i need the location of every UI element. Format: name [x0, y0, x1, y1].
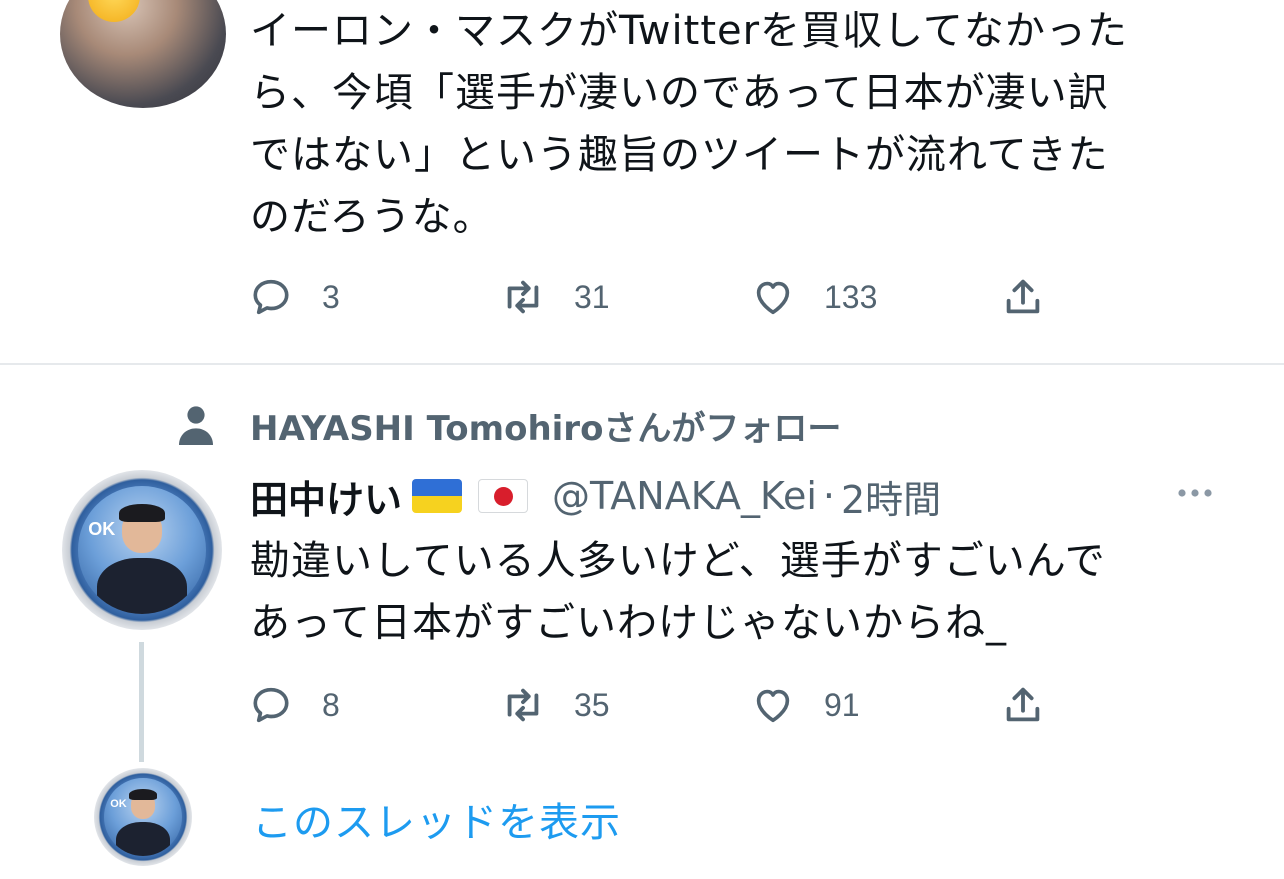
- tweet-text-line: ら、今頃「選手が凄いのであって日本が凄い訳: [250, 70, 1109, 116]
- avatar[interactable]: OK: [62, 470, 222, 630]
- reply-count: 8: [322, 686, 340, 723]
- tweet-text-line: あって日本がすごいわけじゃないからね_: [250, 600, 1007, 646]
- tweet-actions: 8 35 91: [248, 680, 1068, 730]
- reply-button[interactable]: 8: [248, 680, 340, 730]
- social-context-label: HAYASHI Tomohiroさんがフォロー: [250, 408, 842, 449]
- top-tweet[interactable]: イーロン・マスクがTwitterを買収してなかった ら、今頃「選手が凄いのであっ…: [0, 0, 1284, 364]
- display-name[interactable]: 田中けい: [250, 469, 402, 524]
- ukraine-flag-icon: [412, 479, 463, 513]
- retweet-count: 35: [574, 686, 610, 723]
- avatar[interactable]: [60, 0, 226, 108]
- like-count: 91: [824, 686, 860, 723]
- reply-count: 3: [322, 278, 340, 315]
- user-handle[interactable]: @TANAKA_Kei: [552, 474, 817, 518]
- like-button[interactable]: 91: [750, 680, 860, 730]
- tweet-text-line: のだろうな。: [250, 194, 494, 240]
- separator-dot: ·: [822, 474, 835, 518]
- like-button[interactable]: 133: [750, 272, 877, 322]
- tweet-header: 田中けい @TANAKA_Kei · 2時間: [250, 470, 941, 522]
- tweet-text: 勘違いしている人多いけど、選手がすごいんで あって日本がすごいわけじゃないからね…: [250, 530, 1240, 654]
- heart-icon: [756, 281, 790, 315]
- divider: [0, 363, 1284, 365]
- tweet-actions: 3 31 133: [248, 272, 1068, 322]
- tweet-text-line: ではない」という趣旨のツイートが流れてきた: [250, 132, 1109, 178]
- social-context[interactable]: HAYASHI Tomohiroさんがフォロー: [172, 400, 841, 450]
- more-dots-icon[interactable]: [1170, 478, 1220, 508]
- tweet-text: イーロン・マスクがTwitterを買収してなかった ら、今頃「選手が凄いのであっ…: [250, 0, 1240, 248]
- show-thread-link[interactable]: このスレッドを表示: [252, 790, 621, 848]
- avatar-badge-text: OK: [110, 798, 127, 811]
- retweet-button[interactable]: 35: [500, 680, 610, 730]
- japan-flag-icon: [478, 479, 529, 513]
- reply-button[interactable]: 3: [248, 272, 340, 322]
- retweet-icon: [507, 280, 539, 314]
- avatar-badge-text: OK: [88, 519, 116, 540]
- share-button[interactable]: [1000, 680, 1046, 730]
- thread-connector-line: [139, 642, 144, 762]
- tweet-text-line: 勘違いしている人多いけど、選手がすごいんで: [250, 538, 1106, 584]
- timestamp[interactable]: 2時間: [841, 469, 941, 524]
- person-icon: [179, 406, 213, 445]
- reply-bubble-icon: [253, 687, 289, 723]
- share-icon: [1006, 687, 1040, 722]
- like-count: 133: [824, 278, 878, 315]
- heart-icon: [756, 689, 790, 723]
- share-button[interactable]: [1000, 272, 1046, 322]
- retweet-icon: [507, 688, 539, 722]
- smiling-face-icon: [88, 0, 140, 22]
- avatar[interactable]: OK: [94, 768, 192, 866]
- retweet-button[interactable]: 31: [500, 272, 610, 322]
- reply-bubble-icon: [253, 279, 289, 315]
- retweet-count: 31: [574, 278, 610, 315]
- tweet-text-line: イーロン・マスクがTwitterを買収してなかった: [250, 8, 1128, 54]
- share-icon: [1006, 279, 1040, 314]
